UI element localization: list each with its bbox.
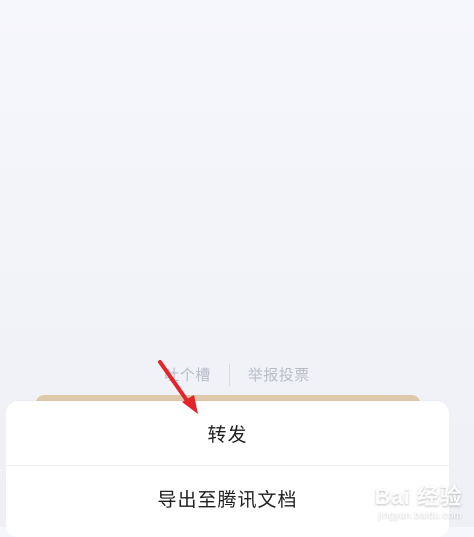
background-links: 吐个槽 举报投票 <box>0 362 474 388</box>
export-tencent-docs-button[interactable]: 导出至腾讯文档 <box>6 465 449 530</box>
links-divider <box>228 364 230 386</box>
action-sheet: 转发 导出至腾讯文档 <box>6 401 449 537</box>
complaint-link[interactable]: 吐个槽 <box>164 362 211 388</box>
forward-button[interactable]: 转发 <box>6 401 449 465</box>
report-vote-link[interactable]: 举报投票 <box>248 362 310 388</box>
